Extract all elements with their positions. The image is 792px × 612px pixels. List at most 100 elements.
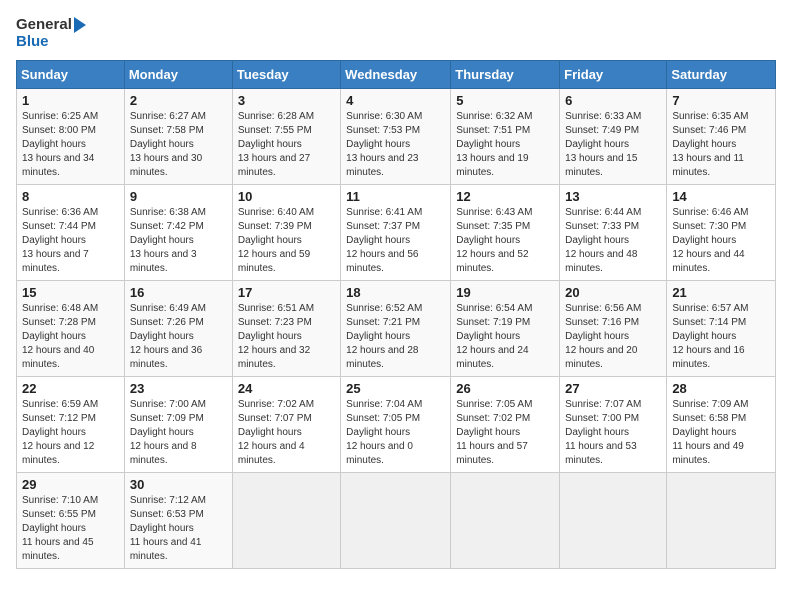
calendar-cell: 15 Sunrise: 6:48 AMSunset: 7:28 PMDaylig… <box>17 281 125 377</box>
calendar-cell: 27 Sunrise: 7:07 AMSunset: 7:00 PMDaylig… <box>560 377 667 473</box>
day-number: 20 <box>565 285 661 300</box>
calendar-cell: 6 Sunrise: 6:33 AMSunset: 7:49 PMDayligh… <box>560 89 667 185</box>
calendar-week-row: 29 Sunrise: 7:10 AMSunset: 6:55 PMDaylig… <box>17 473 776 569</box>
day-number: 13 <box>565 189 661 204</box>
day-number: 15 <box>22 285 119 300</box>
logo-blue: Blue <box>16 33 49 50</box>
calendar-cell <box>560 473 667 569</box>
calendar-cell <box>232 473 340 569</box>
header-day: Wednesday <box>341 61 451 89</box>
calendar-cell <box>667 473 776 569</box>
header-day: Monday <box>124 61 232 89</box>
logo: General Blue <box>16 16 86 50</box>
day-number: 11 <box>346 189 445 204</box>
calendar-cell: 19 Sunrise: 6:54 AMSunset: 7:19 PMDaylig… <box>451 281 560 377</box>
day-number: 29 <box>22 477 119 492</box>
calendar-cell: 21 Sunrise: 6:57 AMSunset: 7:14 PMDaylig… <box>667 281 776 377</box>
day-number: 1 <box>22 93 119 108</box>
calendar-week-row: 8 Sunrise: 6:36 AMSunset: 7:44 PMDayligh… <box>17 185 776 281</box>
calendar-cell: 30 Sunrise: 7:12 AMSunset: 6:53 PMDaylig… <box>124 473 232 569</box>
day-info: Sunrise: 6:48 AMSunset: 7:28 PMDaylight … <box>22 303 98 370</box>
day-info: Sunrise: 7:12 AMSunset: 6:53 PMDaylight … <box>130 495 206 562</box>
day-number: 18 <box>346 285 445 300</box>
calendar-cell: 10 Sunrise: 6:40 AMSunset: 7:39 PMDaylig… <box>232 185 340 281</box>
calendar-cell: 25 Sunrise: 7:04 AMSunset: 7:05 PMDaylig… <box>341 377 451 473</box>
day-info: Sunrise: 7:04 AMSunset: 7:05 PMDaylight … <box>346 399 422 466</box>
calendar-table: SundayMondayTuesdayWednesdayThursdayFrid… <box>16 60 776 569</box>
day-number: 21 <box>672 285 770 300</box>
calendar-cell: 17 Sunrise: 6:51 AMSunset: 7:23 PMDaylig… <box>232 281 340 377</box>
day-info: Sunrise: 6:51 AMSunset: 7:23 PMDaylight … <box>238 303 314 370</box>
header-day: Friday <box>560 61 667 89</box>
day-info: Sunrise: 6:32 AMSunset: 7:51 PMDaylight … <box>456 111 532 178</box>
day-number: 30 <box>130 477 227 492</box>
calendar-cell: 23 Sunrise: 7:00 AMSunset: 7:09 PMDaylig… <box>124 377 232 473</box>
logo-general: General <box>16 16 86 33</box>
calendar-cell: 7 Sunrise: 6:35 AMSunset: 7:46 PMDayligh… <box>667 89 776 185</box>
header-day: Thursday <box>451 61 560 89</box>
day-info: Sunrise: 6:49 AMSunset: 7:26 PMDaylight … <box>130 303 206 370</box>
day-info: Sunrise: 6:27 AMSunset: 7:58 PMDaylight … <box>130 111 206 178</box>
calendar-cell: 4 Sunrise: 6:30 AMSunset: 7:53 PMDayligh… <box>341 89 451 185</box>
calendar-cell: 9 Sunrise: 6:38 AMSunset: 7:42 PMDayligh… <box>124 185 232 281</box>
day-number: 5 <box>456 93 554 108</box>
calendar-cell: 12 Sunrise: 6:43 AMSunset: 7:35 PMDaylig… <box>451 185 560 281</box>
calendar-cell: 11 Sunrise: 6:41 AMSunset: 7:37 PMDaylig… <box>341 185 451 281</box>
day-number: 9 <box>130 189 227 204</box>
day-info: Sunrise: 6:44 AMSunset: 7:33 PMDaylight … <box>565 207 641 274</box>
day-number: 24 <box>238 381 335 396</box>
day-info: Sunrise: 6:57 AMSunset: 7:14 PMDaylight … <box>672 303 748 370</box>
header-day: Tuesday <box>232 61 340 89</box>
header-row: SundayMondayTuesdayWednesdayThursdayFrid… <box>17 61 776 89</box>
calendar-cell: 26 Sunrise: 7:05 AMSunset: 7:02 PMDaylig… <box>451 377 560 473</box>
calendar-cell: 16 Sunrise: 6:49 AMSunset: 7:26 PMDaylig… <box>124 281 232 377</box>
day-number: 25 <box>346 381 445 396</box>
calendar-cell <box>341 473 451 569</box>
calendar-cell: 20 Sunrise: 6:56 AMSunset: 7:16 PMDaylig… <box>560 281 667 377</box>
day-info: Sunrise: 6:54 AMSunset: 7:19 PMDaylight … <box>456 303 532 370</box>
day-info: Sunrise: 6:59 AMSunset: 7:12 PMDaylight … <box>22 399 98 466</box>
calendar-week-row: 15 Sunrise: 6:48 AMSunset: 7:28 PMDaylig… <box>17 281 776 377</box>
header: General Blue <box>16 16 776 50</box>
day-info: Sunrise: 6:30 AMSunset: 7:53 PMDaylight … <box>346 111 422 178</box>
day-info: Sunrise: 6:35 AMSunset: 7:46 PMDaylight … <box>672 111 748 178</box>
day-info: Sunrise: 7:05 AMSunset: 7:02 PMDaylight … <box>456 399 532 466</box>
day-number: 19 <box>456 285 554 300</box>
day-info: Sunrise: 6:52 AMSunset: 7:21 PMDaylight … <box>346 303 422 370</box>
calendar-cell: 28 Sunrise: 7:09 AMSunset: 6:58 PMDaylig… <box>667 377 776 473</box>
calendar-cell: 29 Sunrise: 7:10 AMSunset: 6:55 PMDaylig… <box>17 473 125 569</box>
day-number: 6 <box>565 93 661 108</box>
day-number: 2 <box>130 93 227 108</box>
calendar-cell: 22 Sunrise: 6:59 AMSunset: 7:12 PMDaylig… <box>17 377 125 473</box>
day-info: Sunrise: 7:02 AMSunset: 7:07 PMDaylight … <box>238 399 314 466</box>
calendar-week-row: 22 Sunrise: 6:59 AMSunset: 7:12 PMDaylig… <box>17 377 776 473</box>
day-info: Sunrise: 6:40 AMSunset: 7:39 PMDaylight … <box>238 207 314 274</box>
day-number: 10 <box>238 189 335 204</box>
calendar-cell: 8 Sunrise: 6:36 AMSunset: 7:44 PMDayligh… <box>17 185 125 281</box>
day-info: Sunrise: 6:25 AMSunset: 8:00 PMDaylight … <box>22 111 98 178</box>
header-day: Saturday <box>667 61 776 89</box>
day-info: Sunrise: 6:41 AMSunset: 7:37 PMDaylight … <box>346 207 422 274</box>
calendar-cell: 5 Sunrise: 6:32 AMSunset: 7:51 PMDayligh… <box>451 89 560 185</box>
logo-text: General Blue <box>16 16 86 50</box>
day-info: Sunrise: 6:28 AMSunset: 7:55 PMDaylight … <box>238 111 314 178</box>
day-number: 14 <box>672 189 770 204</box>
calendar-week-row: 1 Sunrise: 6:25 AMSunset: 8:00 PMDayligh… <box>17 89 776 185</box>
header-day: Sunday <box>17 61 125 89</box>
day-info: Sunrise: 6:46 AMSunset: 7:30 PMDaylight … <box>672 207 748 274</box>
day-number: 4 <box>346 93 445 108</box>
day-number: 8 <box>22 189 119 204</box>
day-info: Sunrise: 7:00 AMSunset: 7:09 PMDaylight … <box>130 399 206 466</box>
day-info: Sunrise: 7:09 AMSunset: 6:58 PMDaylight … <box>672 399 748 466</box>
day-number: 16 <box>130 285 227 300</box>
day-number: 28 <box>672 381 770 396</box>
day-number: 26 <box>456 381 554 396</box>
day-number: 23 <box>130 381 227 396</box>
calendar-cell: 24 Sunrise: 7:02 AMSunset: 7:07 PMDaylig… <box>232 377 340 473</box>
calendar-cell: 2 Sunrise: 6:27 AMSunset: 7:58 PMDayligh… <box>124 89 232 185</box>
calendar-cell: 13 Sunrise: 6:44 AMSunset: 7:33 PMDaylig… <box>560 185 667 281</box>
day-info: Sunrise: 6:43 AMSunset: 7:35 PMDaylight … <box>456 207 532 274</box>
day-info: Sunrise: 7:10 AMSunset: 6:55 PMDaylight … <box>22 495 98 562</box>
day-number: 3 <box>238 93 335 108</box>
day-info: Sunrise: 6:33 AMSunset: 7:49 PMDaylight … <box>565 111 641 178</box>
